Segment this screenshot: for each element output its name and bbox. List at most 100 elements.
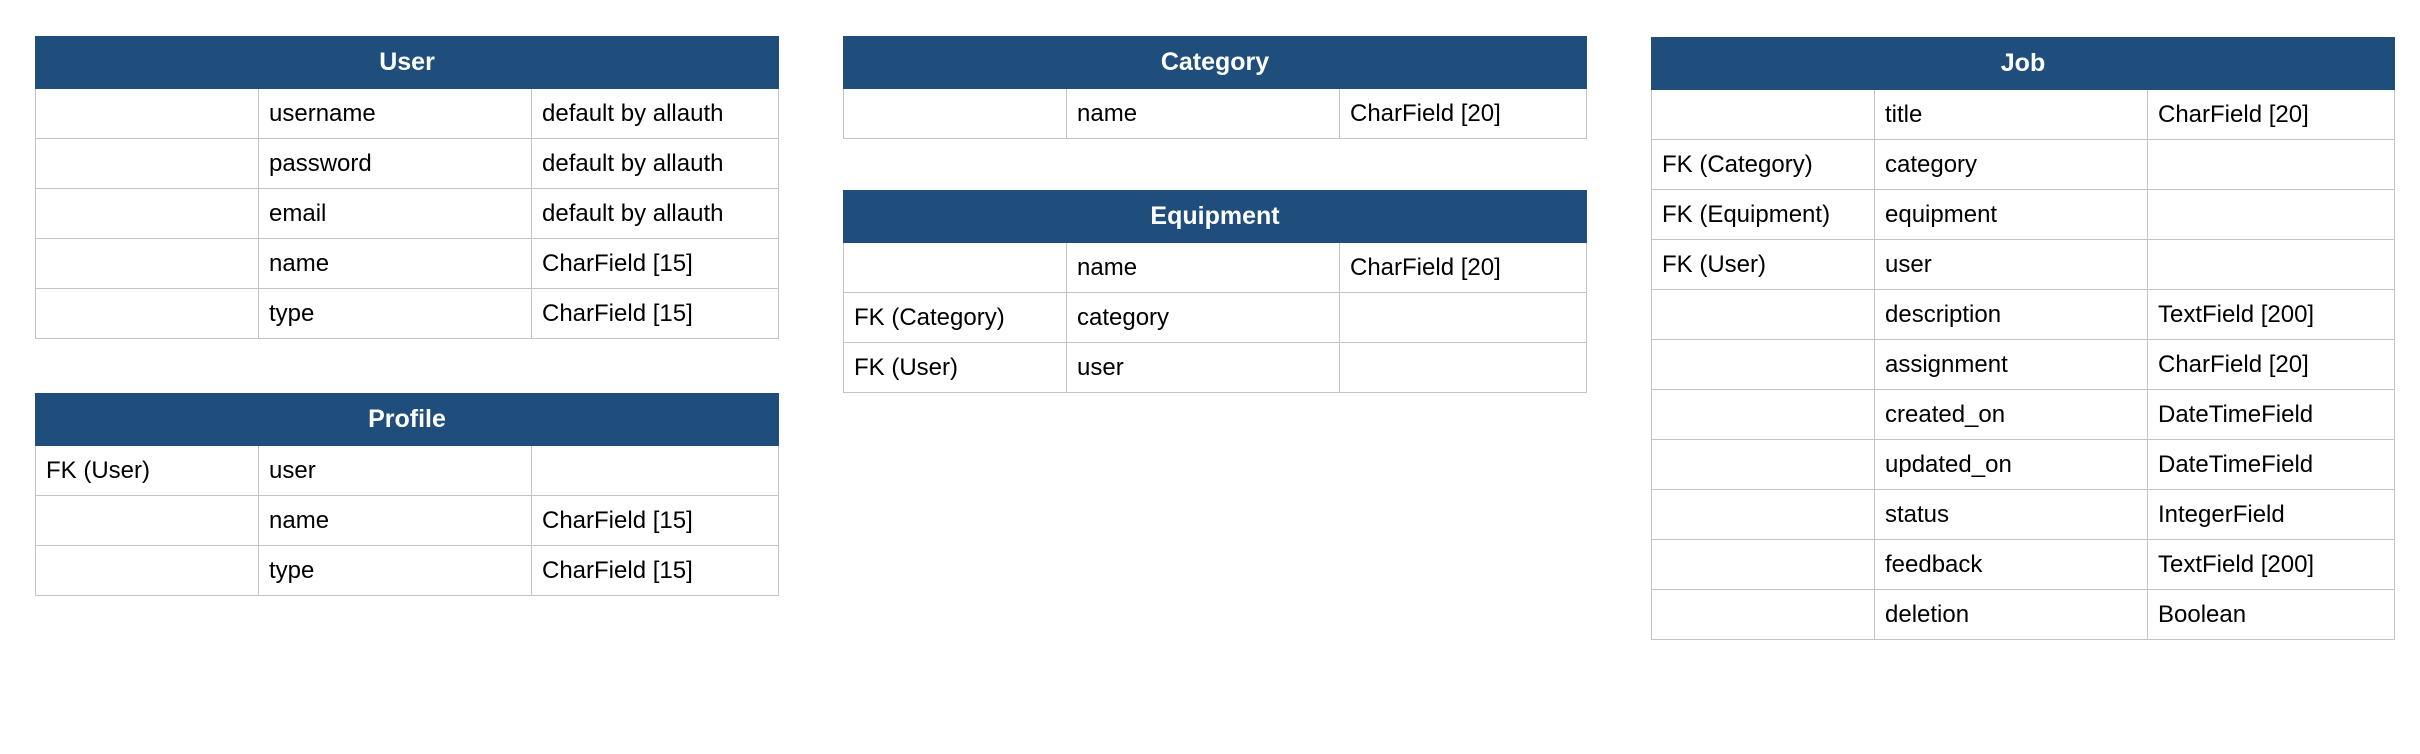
field-name-cell: status xyxy=(1874,489,2148,540)
fk-cell: FK (User) xyxy=(35,445,259,496)
fk-cell xyxy=(1651,89,1875,140)
field-name-cell: created_on xyxy=(1874,389,2148,440)
table-row: FK (User) user xyxy=(1651,239,2396,290)
field-name-cell: password xyxy=(258,138,532,189)
fk-cell xyxy=(1651,439,1875,490)
field-name-cell: category xyxy=(1066,292,1340,343)
field-name-cell: updated_on xyxy=(1874,439,2148,490)
table-title: Job xyxy=(1650,37,2396,90)
fk-cell: FK (User) xyxy=(843,342,1067,393)
table-row: name CharField [20] xyxy=(843,242,1587,293)
field-type-cell: TextField [200] xyxy=(2146,289,2396,340)
field-type-cell: default by allauth xyxy=(530,138,780,189)
fk-cell xyxy=(1651,589,1875,640)
table-row: status IntegerField xyxy=(1651,489,2396,540)
field-type-cell: CharField [20] xyxy=(2146,339,2396,390)
field-type-cell: CharField [20] xyxy=(1338,88,1588,139)
field-type-cell: CharField [15] xyxy=(530,288,780,339)
table-row: feedback TextField [200] xyxy=(1651,539,2396,590)
table-row: name CharField [20] xyxy=(843,88,1588,139)
table-row: FK (Category) category xyxy=(843,292,1587,343)
table-row: created_on DateTimeField xyxy=(1651,389,2396,440)
fk-cell xyxy=(35,545,259,596)
fk-cell xyxy=(35,495,259,546)
field-type-cell: IntegerField xyxy=(2146,489,2396,540)
table-title: Category xyxy=(842,36,1588,89)
table-row: FK (Category) category xyxy=(1651,139,2396,190)
job-table: Job title CharField [20] FK (Category) c… xyxy=(1650,37,2396,640)
field-type-cell: TextField [200] xyxy=(2146,539,2396,590)
field-name-cell: feedback xyxy=(1874,539,2148,590)
fk-cell xyxy=(35,288,259,339)
field-type-cell: CharField [15] xyxy=(530,238,780,289)
table-row: FK (User) user xyxy=(35,445,779,496)
table-row: deletion Boolean xyxy=(1651,589,2396,640)
field-type-cell: Boolean xyxy=(2146,589,2396,640)
equipment-table: Equipment name CharField [20] FK (Catego… xyxy=(843,190,1587,393)
fk-cell xyxy=(1651,539,1875,590)
table-title: User xyxy=(34,36,780,89)
fk-cell xyxy=(1651,339,1875,390)
fk-cell xyxy=(1651,489,1875,540)
category-table: Category name CharField [20] xyxy=(842,36,1588,139)
fk-cell: FK (User) xyxy=(1651,239,1875,290)
fk-cell xyxy=(35,188,259,239)
field-type-cell: CharField [15] xyxy=(531,545,779,596)
fk-cell: FK (Category) xyxy=(843,292,1067,343)
table-row: type CharField [15] xyxy=(35,545,779,596)
table-row: name CharField [15] xyxy=(35,238,780,289)
field-type-cell: default by allauth xyxy=(530,188,780,239)
fk-cell xyxy=(35,88,259,139)
table-row: FK (User) user xyxy=(843,342,1587,393)
field-type-cell: CharField [20] xyxy=(1339,242,1587,293)
field-name-cell: title xyxy=(1874,89,2148,140)
field-name-cell: user xyxy=(258,445,532,496)
field-type-cell: default by allauth xyxy=(530,88,780,139)
field-name-cell: name xyxy=(258,495,532,546)
field-name-cell: category xyxy=(1874,139,2148,190)
field-name-cell: name xyxy=(1066,242,1340,293)
fk-cell xyxy=(35,138,259,189)
table-title: Equipment xyxy=(843,190,1587,243)
field-name-cell: name xyxy=(1066,88,1340,139)
table-row: assignment CharField [20] xyxy=(1651,339,2396,390)
fk-cell xyxy=(1651,389,1875,440)
field-type-cell xyxy=(531,445,779,496)
field-name-cell: deletion xyxy=(1874,589,2148,640)
field-name-cell: equipment xyxy=(1874,189,2148,240)
field-type-cell: DateTimeField xyxy=(2146,439,2396,490)
field-name-cell: user xyxy=(1066,342,1340,393)
field-type-cell: DateTimeField xyxy=(2146,389,2396,440)
table-row: type CharField [15] xyxy=(35,288,780,339)
fk-cell xyxy=(843,242,1067,293)
table-row: name CharField [15] xyxy=(35,495,779,546)
field-type-cell: CharField [15] xyxy=(531,495,779,546)
fk-cell: FK (Category) xyxy=(1651,139,1875,190)
table-title: Profile xyxy=(35,393,779,446)
field-type-cell xyxy=(2146,139,2396,190)
table-row: password default by allauth xyxy=(35,138,780,189)
fk-cell: FK (Equipment) xyxy=(1651,189,1875,240)
fk-cell xyxy=(1651,289,1875,340)
field-type-cell xyxy=(1339,342,1587,393)
user-table: User username default by allauth passwor… xyxy=(34,36,780,339)
field-type-cell xyxy=(1339,292,1587,343)
field-type-cell xyxy=(2146,239,2396,290)
table-row: email default by allauth xyxy=(35,188,780,239)
field-name-cell: type xyxy=(258,545,532,596)
field-name-cell: description xyxy=(1874,289,2148,340)
table-row: title CharField [20] xyxy=(1651,89,2396,140)
field-name-cell: assignment xyxy=(1874,339,2148,390)
field-name-cell: username xyxy=(258,88,532,139)
field-type-cell xyxy=(2146,189,2396,240)
field-name-cell: name xyxy=(258,238,532,289)
field-type-cell: CharField [20] xyxy=(2146,89,2396,140)
table-row: FK (Equipment) equipment xyxy=(1651,189,2396,240)
table-row: description TextField [200] xyxy=(1651,289,2396,340)
table-row: username default by allauth xyxy=(35,88,780,139)
field-name-cell: type xyxy=(258,288,532,339)
fk-cell xyxy=(35,238,259,289)
table-row: updated_on DateTimeField xyxy=(1651,439,2396,490)
fk-cell xyxy=(843,88,1067,139)
field-name-cell: user xyxy=(1874,239,2148,290)
